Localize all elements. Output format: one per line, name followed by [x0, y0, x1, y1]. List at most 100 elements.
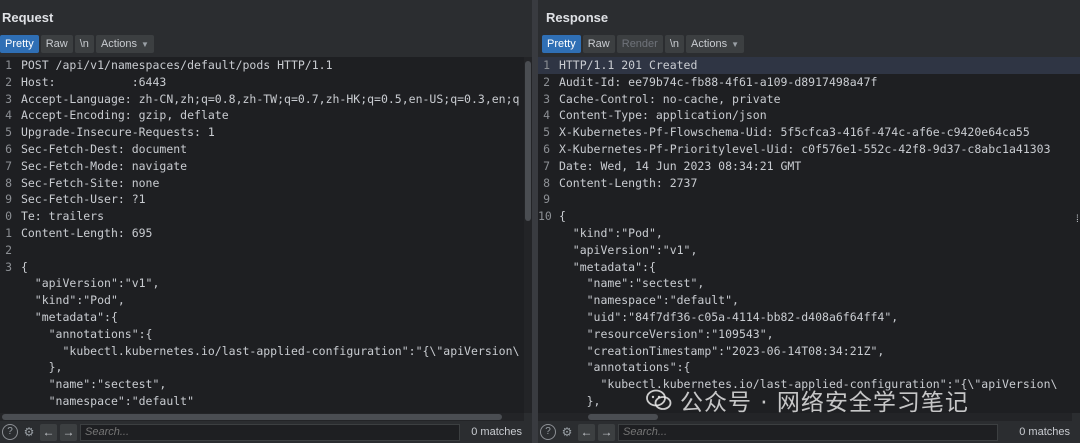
line-text: "kind":"Pod", — [558, 225, 663, 240]
code-line: 8 Sec-Fetch-Site: none — [0, 175, 532, 192]
chevron-down-icon: ▼ — [141, 40, 149, 49]
code-line: "apiVersion":"v1", — [0, 275, 532, 292]
code-line: 8 Content-Length: 2737 — [538, 175, 1080, 192]
line-text: Cache-Control: no-cache, private — [558, 91, 781, 106]
watermark: 公众号 · 网络安全学习笔记 — [646, 383, 969, 417]
gear-icon[interactable]: ⚙ — [559, 424, 575, 440]
code-line: 2 Host: :6443 — [0, 74, 532, 91]
code-line: "kubectl.kubernetes.io/last-applied-conf… — [0, 343, 532, 360]
request-title: Request — [2, 10, 54, 25]
tab-render[interactable]: Render — [616, 35, 663, 53]
code-line: "namespace":"default", — [538, 292, 1080, 309]
line-text: "namespace":"default" — [20, 393, 195, 408]
arrow-left-icon[interactable]: ← — [40, 423, 57, 441]
arrow-right-icon[interactable]: → — [60, 423, 77, 441]
line-text: "kind":"Pod", — [20, 293, 125, 308]
chevron-down-icon: ▼ — [731, 40, 740, 49]
line-text: "apiVersion":"v1", — [558, 242, 698, 257]
actions-menu-button[interactable]: Actions ▼ — [95, 35, 154, 53]
line-number: 8 — [5, 175, 12, 190]
line-number: 2 — [5, 242, 12, 257]
line-number: 9 — [5, 192, 12, 207]
response-editor[interactable]: 1 HTTP/1.1 201 Created 2 Audit-Id: ee79b7… — [538, 57, 1080, 413]
scroll-edge-icon: ⁞ — [1076, 214, 1079, 225]
arrow-right-icon[interactable]: → — [598, 423, 615, 441]
line-text: "namespace":"default", — [558, 293, 739, 308]
line-text: "metadata":{ — [558, 259, 656, 274]
code-line: "uid":"84f7df36-c05a-4114-bb82-d408a6f64… — [538, 309, 1080, 326]
request-pane: Request Pretty Raw \n Actions ▼ 1 POST /a… — [0, 0, 532, 443]
code-line: 3 Cache-Control: no-cache, private — [538, 91, 1080, 108]
line-text: Host: :6443 — [20, 74, 167, 89]
tab-newline[interactable]: \n — [664, 35, 685, 53]
line-number: 6 — [543, 141, 550, 156]
request-search-input[interactable] — [80, 423, 460, 441]
line-number: 0 — [5, 209, 12, 224]
gear-icon[interactable]: ⚙ — [21, 424, 37, 440]
code-line: "annotations":{ — [0, 326, 532, 343]
code-line: "kind":"Pod", — [538, 225, 1080, 242]
request-match-count: 0 matches — [471, 426, 522, 438]
line-text: }, — [20, 360, 63, 375]
line-text: "creationTimestamp":"2023-06-14T08:34:21… — [558, 343, 885, 358]
line-number: 8 — [543, 175, 550, 190]
response-view-tabs: Pretty Raw Render \n Actions ▼ — [542, 35, 745, 53]
line-number: 2 — [5, 74, 12, 89]
code-line: 4 Content-Type: application/json — [538, 107, 1080, 124]
line-text: Content-Type: application/json — [558, 108, 767, 123]
code-line: 1 Content-Length: 695 — [0, 225, 532, 242]
line-number: 7 — [543, 158, 550, 173]
code-line: 5 X-Kubernetes-Pf-Flowschema-Uid: 5f5cfc… — [538, 124, 1080, 141]
tab-raw[interactable]: Raw — [582, 35, 615, 53]
line-text: X-Kubernetes-Pf-Flowschema-Uid: 5f5cfca3… — [558, 125, 1030, 140]
line-text: X-Kubernetes-Pf-Prioritylevel-Uid: c0f57… — [558, 141, 1051, 156]
tab-pretty[interactable]: Pretty — [0, 35, 39, 53]
line-text: Content-Length: 695 — [20, 225, 153, 240]
line-text: Audit-Id: ee79b74c-fb88-4f61-a109-d89174… — [558, 74, 878, 89]
line-number: 5 — [5, 125, 12, 140]
code-line: "metadata":{ — [538, 259, 1080, 276]
request-horizontal-scrollbar[interactable] — [0, 413, 524, 421]
code-line: "name":"sectest", — [0, 376, 532, 393]
line-text: "uid":"84f7df36-c05a-4114-bb82-d408a6f64… — [558, 309, 899, 324]
response-search-input[interactable] — [618, 423, 998, 441]
request-search-bar: ? ⚙ ← → 0 matches — [0, 421, 532, 443]
help-icon[interactable]: ? — [2, 424, 18, 440]
line-text: "kubectl.kubernetes.io/last-applied-conf… — [20, 343, 520, 358]
code-line: 2 — [0, 242, 532, 259]
actions-menu-button[interactable]: Actions ▼ — [686, 35, 745, 53]
line-number: 5 — [543, 125, 550, 140]
response-search-bar: ? ⚙ ← → 0 matches — [538, 421, 1080, 443]
line-text: "metadata":{ — [20, 309, 118, 324]
code-line: 0 Te: trailers — [0, 208, 532, 225]
arrow-left-icon[interactable]: ← — [578, 423, 595, 441]
code-line: 4 Accept-Encoding: gzip, deflate — [0, 107, 532, 124]
tab-newline[interactable]: \n — [74, 35, 94, 53]
line-number: 2 — [543, 74, 550, 89]
help-icon[interactable]: ? — [540, 424, 556, 440]
request-vertical-scrollbar[interactable] — [524, 57, 532, 413]
line-text: Sec-Fetch-Dest: document — [20, 141, 188, 156]
line-text: Te: trailers — [20, 209, 105, 224]
actions-label: Actions — [100, 38, 138, 50]
line-text: Accept-Encoding: gzip, deflate — [20, 108, 229, 123]
line-text: "annotations":{ — [20, 326, 153, 341]
code-line: "name":"sectest", — [538, 275, 1080, 292]
line-text: Sec-Fetch-Site: none — [20, 175, 160, 190]
line-text: "annotations":{ — [558, 360, 691, 375]
actions-label: Actions — [691, 38, 728, 50]
code-line: "apiVersion":"v1", — [538, 242, 1080, 259]
line-number: 10 — [538, 209, 552, 224]
code-line: "kind":"Pod", — [0, 292, 532, 309]
line-text: Sec-Fetch-User: ?1 — [20, 192, 146, 207]
line-text: Upgrade-Insecure-Requests: 1 — [20, 125, 215, 140]
tab-raw[interactable]: Raw — [40, 35, 73, 53]
tab-pretty[interactable]: Pretty — [542, 35, 581, 53]
request-editor[interactable]: 1 POST /api/v1/namespaces/default/pods H… — [0, 57, 532, 413]
code-line: "namespace":"default" — [0, 393, 532, 410]
code-line: 7 Date: Wed, 14 Jun 2023 08:34:21 GMT — [538, 158, 1080, 175]
line-number: 4 — [5, 108, 12, 123]
line-text: "name":"sectest", — [558, 276, 705, 291]
code-line: "annotations":{ — [538, 359, 1080, 376]
line-number: 4 — [543, 108, 550, 123]
